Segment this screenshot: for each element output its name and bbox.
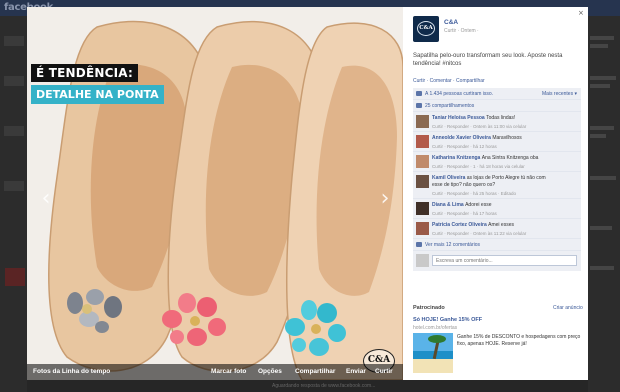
ad-description: Ganhe 15% de DESCONTO e hospedagens com …	[457, 334, 581, 347]
commenter-name[interactable]: Diana & Lima	[432, 202, 464, 208]
comment-item: Kamil Oliveira as lojas de Porto Alegre …	[413, 172, 581, 199]
commenter-name[interactable]: Patricia Cortez Oliveira	[432, 222, 487, 228]
background-left-column	[0, 16, 27, 392]
ad-url: hotel.com.br/ofertas	[413, 325, 458, 331]
comment-item: Taniar Heloísa Pessoa Todas lindas! Curt…	[413, 112, 581, 132]
photo-viewer: É TENDÊNCIA: DETALHE NA PONTA ‹ › C&A Fo…	[27, 7, 588, 380]
photo-overlay-title: É TENDÊNCIA:	[31, 64, 138, 82]
tag-photo-link[interactable]: Marcar foto	[211, 368, 246, 375]
comment-item: Anneolde Xavier Oliveira Maravilhosos Cu…	[413, 132, 581, 152]
photo-action-bar: Fotos da Linha do tempo Marcar foto Opçõ…	[27, 364, 403, 380]
close-icon[interactable]: ×	[578, 9, 584, 17]
write-comment-row	[413, 251, 581, 271]
photo[interactable]: É TENDÊNCIA: DETALHE NA PONTA ‹ › C&A Fo…	[27, 7, 403, 380]
ad-title-link[interactable]: Só HOJE! Ganhe 15% OFF	[413, 317, 482, 323]
send-link[interactable]: Enviar	[346, 368, 366, 375]
commenter-name[interactable]: Katharina Knitzenga	[432, 155, 480, 161]
comment-meta[interactable]: Curtir · Responder · Ontem às 11:00 via …	[432, 124, 526, 129]
comment-input[interactable]	[432, 255, 577, 266]
share-icon	[416, 103, 422, 108]
status-text: Aguardando resposta de www.facebook.com.…	[272, 383, 376, 389]
avatar[interactable]	[416, 155, 429, 168]
commenter-name[interactable]: Taniar Heloísa Pessoa	[432, 115, 485, 121]
sort-dropdown[interactable]: Mais recentes ▾	[542, 91, 577, 97]
options-link[interactable]: Opções	[258, 368, 282, 375]
avatar[interactable]	[416, 175, 429, 188]
comment-meta[interactable]: Curtir · Responder · há 12 horas	[432, 144, 497, 149]
comment-meta[interactable]: Curtir · Responder · há 25 horas · Edita…	[432, 191, 516, 196]
comment-icon	[416, 242, 422, 247]
comments-section: A 1.434 pessoas curtiram isso. Mais rece…	[413, 88, 581, 271]
commenter-name[interactable]: Kamil Oliveira	[432, 175, 465, 181]
comment-item: Katharina Knitzenga Ana Sintra Knitzenga…	[413, 152, 581, 172]
photo-overlay-subtitle: DETALHE NA PONTA	[31, 85, 164, 104]
create-ad-link[interactable]: Criar anúncio	[553, 305, 583, 311]
comment-item: Diana & Lima Adorei esse Curtir · Respon…	[413, 199, 581, 219]
likes-row[interactable]: A 1.434 pessoas curtiram isso. Mais rece…	[413, 88, 581, 100]
avatar	[416, 254, 429, 267]
view-more-comments[interactable]: Ver mais 12 comentários	[413, 239, 581, 251]
background-right-column	[588, 16, 620, 392]
previous-photo-arrow-icon[interactable]: ‹	[39, 187, 53, 211]
background-red-block	[5, 268, 25, 286]
next-photo-arrow-icon[interactable]: ›	[378, 187, 392, 211]
page-avatar[interactable]: C&A	[413, 16, 439, 42]
comment-meta[interactable]: Curtir · Responder · há 17 horas	[432, 211, 497, 216]
thumbs-up-icon	[416, 91, 422, 96]
sponsored-header: Patrocinado	[413, 305, 445, 311]
comment-item: Patricia Cortez Oliveira Amei esses Curt…	[413, 219, 581, 239]
avatar[interactable]	[416, 135, 429, 148]
status-bar: Aguardando resposta de www.facebook.com.…	[27, 380, 588, 392]
post-meta: Curtir · Ontem ·	[444, 28, 479, 34]
avatar[interactable]	[416, 115, 429, 128]
share-link[interactable]: Compartilhar	[295, 368, 335, 375]
avatar[interactable]	[416, 222, 429, 235]
post-actions[interactable]: Curtir · Comentar · Compartilhar	[413, 78, 485, 84]
comment-meta[interactable]: Curtir · Responder · Ontem às 11:22 via …	[432, 231, 526, 236]
page-name-link[interactable]: C&A	[444, 19, 458, 26]
ad-image[interactable]	[413, 333, 453, 373]
album-link[interactable]: Fotos da Linha do tempo	[33, 368, 110, 375]
shoes-illustration	[27, 7, 403, 380]
comment-text-continued: esse de tipo? não quero os?	[432, 182, 496, 188]
post-caption: Sapatilha pelo-ouro transformam seu look…	[413, 53, 563, 67]
shares-row[interactable]: 25 compartilhamentos	[413, 100, 581, 112]
photo-details-panel: × C&A C&A Curtir · Ontem · Sapatilha pel…	[403, 7, 588, 380]
commenter-name[interactable]: Anneolde Xavier Oliveira	[432, 135, 491, 141]
avatar[interactable]	[416, 202, 429, 215]
like-link[interactable]: Curtir	[375, 368, 393, 375]
comment-meta[interactable]: Curtir · Responder · 1 · há 18 horas via…	[432, 164, 525, 169]
